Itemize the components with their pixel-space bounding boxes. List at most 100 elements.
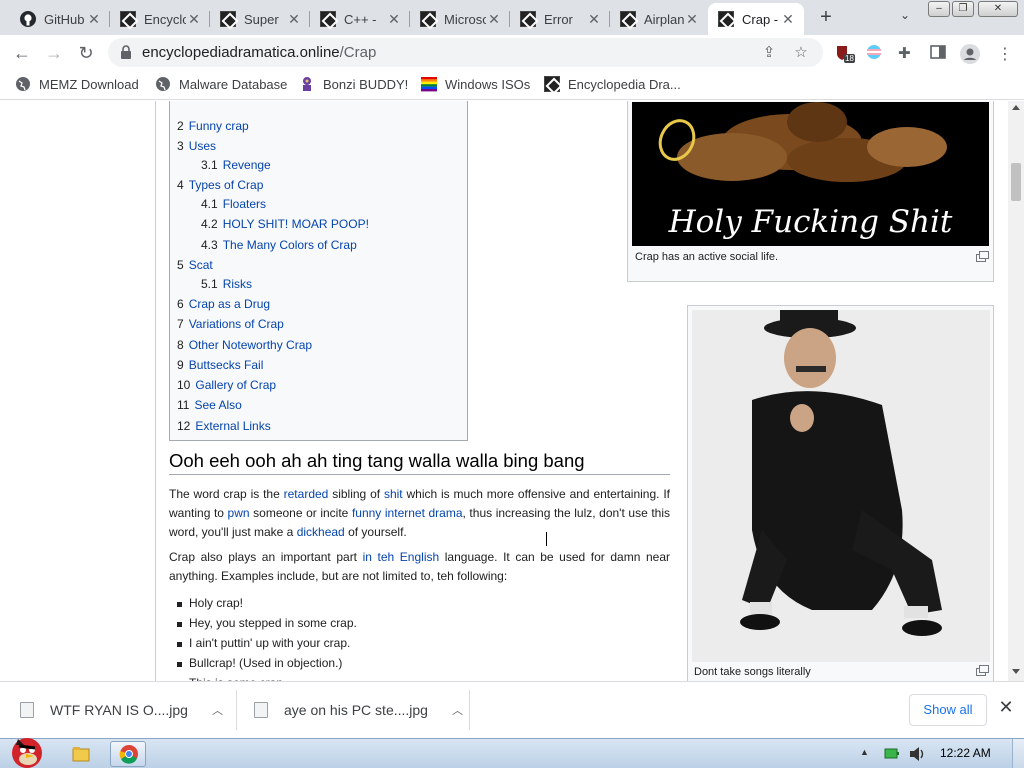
share-icon[interactable]: ⇪ (759, 43, 779, 63)
toc-item[interactable]: 6 Crap as a Drug (177, 297, 270, 311)
tab-cpp[interactable]: C++ - ✕ (310, 3, 410, 35)
toc-item[interactable]: 3 Uses (177, 139, 216, 153)
link-dickhead[interactable]: dickhead (297, 525, 345, 539)
minimize-button[interactable]: – (928, 1, 950, 17)
toc-item[interactable]: 9 Buttsecks Fail (177, 358, 263, 372)
section-heading: Ooh eeh ooh ah ah ting tang walla walla … (169, 450, 670, 475)
close-tab-icon[interactable]: ✕ (684, 11, 700, 27)
chevron-up-icon[interactable]: ︿ (212, 702, 223, 718)
tab-airplane[interactable]: Airplane ✕ (610, 3, 708, 35)
new-tab-button[interactable]: + (815, 7, 837, 28)
link-retarded[interactable]: retarded (284, 487, 329, 501)
trans-flag-extension-icon[interactable] (866, 44, 884, 62)
link-pwn[interactable]: pwn (228, 506, 250, 520)
toc-item[interactable]: 12 External Links (177, 419, 271, 433)
list-item: Holy crap! (177, 593, 357, 613)
battery-icon[interactable] (884, 747, 900, 760)
bookmark-windows-isos[interactable]: Windows ISOs (421, 76, 530, 92)
address-bar[interactable]: encyclopediadramatica.online/Crap ⇪ ☆ (108, 38, 823, 67)
download-item[interactable]: WTF RYAN IS O....jpg ︿ (20, 682, 223, 738)
rainbow-flag-icon (421, 77, 437, 92)
toc-item[interactable]: 10 Gallery of Crap (177, 378, 276, 392)
holy-shit-image[interactable]: Holy Fucking Shit (632, 102, 989, 246)
tab-error[interactable]: Error ✕ (510, 3, 610, 35)
show-desktop-button[interactable] (1012, 739, 1024, 768)
menu-kebab-icon[interactable]: ⋮ (996, 44, 1014, 63)
show-all-downloads-button[interactable]: Show all (909, 694, 987, 726)
bookmark-memz[interactable]: MEMZ Download (15, 76, 139, 92)
close-tab-icon[interactable]: ✕ (780, 11, 796, 27)
url-text: encyclopediadramatica.online/Crap (142, 44, 377, 61)
toc-item[interactable]: 5 Scat (177, 258, 213, 272)
enlarge-icon[interactable] (976, 251, 989, 262)
toc-item[interactable]: 4 Types of Crap (177, 178, 263, 192)
thumbnail-holy-shit: Holy Fucking Shit Crap has an active soc… (627, 101, 994, 282)
bookmark-bonzi-buddy[interactable]: Bonzi BUDDY! (299, 76, 408, 92)
link-funny-internet-drama[interactable]: funny internet drama (352, 506, 463, 520)
close-tab-icon[interactable]: ✕ (386, 11, 402, 27)
profile-avatar-icon[interactable] (960, 44, 980, 64)
tab-encyclopedia[interactable]: Encyclopedia Dramatica ✕ (110, 3, 210, 35)
bookmark-malware-database[interactable]: Malware Database (155, 76, 287, 92)
ed-icon (420, 11, 436, 27)
close-tab-icon[interactable]: ✕ (86, 11, 102, 27)
ed-icon (120, 11, 136, 27)
download-item[interactable]: aye on his PC ste....jpg ︿ (254, 682, 463, 738)
examples-list: Holy crap! Hey, you stepped in some crap… (177, 593, 357, 681)
bonzi-icon (303, 77, 311, 91)
chevron-up-icon[interactable]: ︿ (452, 702, 463, 718)
toc-item[interactable]: 4.2 HOLY SHIT! MOAR POOP! (201, 217, 369, 231)
tab-crap-active[interactable]: Crap - Encyclopedia Dramatica ✕ (708, 3, 804, 35)
extensions-puzzle-icon[interactable]: ✚ (898, 44, 916, 62)
scrollbar-thumb[interactable] (1011, 163, 1021, 201)
scroll-up-arrow-icon[interactable] (1012, 105, 1020, 110)
ed-icon (620, 11, 636, 27)
man-in-suit-photo[interactable] (692, 310, 990, 662)
reload-icon[interactable]: ↻ (75, 42, 97, 64)
tray-expand-arrow-icon[interactable]: ▲ (860, 747, 870, 757)
tab-github[interactable]: GitHub ✕ (10, 3, 110, 35)
holy-shit-banner-text: Holy Fucking Shit (668, 204, 953, 240)
tab-super[interactable]: Super ✕ (210, 3, 310, 35)
chrome-taskbar-button[interactable] (110, 741, 146, 767)
image-caption: Dont take songs literally (694, 666, 811, 678)
link-teh-english[interactable]: in teh English (363, 550, 440, 564)
close-download-bar-icon[interactable]: ✕ (997, 698, 1015, 716)
globe-icon (16, 77, 30, 91)
list-item: Hey, you stepped in some crap. (177, 613, 357, 633)
extension-shield-icon[interactable]: 18 (835, 44, 855, 63)
page-viewport: 2 Funny crap 3 Uses 3.1 Revenge 4 Types of Crap… (0, 101, 1008, 681)
toc-item[interactable]: 4.3 The Many Colors of Crap (201, 238, 357, 252)
side-panel-icon[interactable] (930, 44, 948, 62)
restore-button[interactable]: ❐ (952, 1, 974, 17)
toc-item[interactable]: 3.1 Revenge (201, 158, 271, 172)
forward-arrow-icon[interactable]: → (43, 42, 65, 64)
tab-search-chevron-icon[interactable]: ⌄ (896, 8, 914, 26)
volume-icon[interactable] (908, 746, 926, 762)
tab-microsoft[interactable]: Microsoft ✕ (410, 3, 510, 35)
toc-item[interactable]: 11 See Also (177, 398, 242, 412)
ed-icon (718, 11, 734, 27)
toc-item[interactable]: 5.1 Risks (201, 277, 252, 291)
toc-item[interactable]: 8 Other Noteworthy Crap (177, 338, 312, 352)
enlarge-icon[interactable] (976, 665, 989, 676)
bookmark-encyclopedia-dramatica[interactable]: Encyclopedia Dra... (544, 76, 681, 92)
scroll-down-arrow-icon[interactable] (1012, 669, 1020, 674)
toc-item[interactable]: 7 Variations of Crap (177, 317, 284, 331)
bookmark-star-icon[interactable]: ☆ (791, 43, 811, 63)
toc-item[interactable]: 2 Funny crap (177, 119, 249, 133)
windows-taskbar: ▲ 12:22 AM (0, 738, 1024, 768)
window-close-button[interactable]: ✕ (978, 1, 1018, 17)
close-tab-icon[interactable]: ✕ (586, 11, 602, 27)
toc-item[interactable]: 4.1 Floaters (201, 197, 266, 211)
taskbar-clock[interactable]: 12:22 AM (940, 746, 991, 760)
close-tab-icon[interactable]: ✕ (486, 11, 502, 27)
start-button-angry-bird-icon[interactable] (4, 731, 50, 768)
back-arrow-icon[interactable]: ← (11, 42, 33, 64)
paragraph-english: Crap also plays an important part in teh… (169, 550, 671, 583)
close-tab-icon[interactable]: ✕ (286, 11, 302, 27)
file-explorer-icon[interactable] (68, 741, 94, 767)
link-shit[interactable]: shit (384, 487, 403, 501)
page-scrollbar[interactable] (1008, 101, 1024, 681)
close-tab-icon[interactable]: ✕ (186, 11, 202, 27)
